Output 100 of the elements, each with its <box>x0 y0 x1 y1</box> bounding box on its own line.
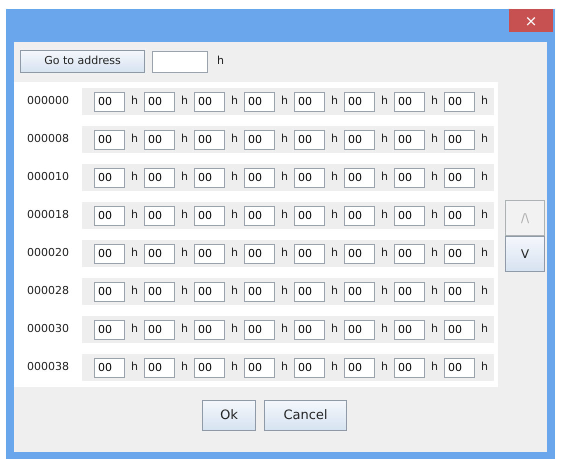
byte-field[interactable]: 00 <box>144 206 175 226</box>
byte-field[interactable]: 00 <box>394 206 425 226</box>
byte-field[interactable]: 00 <box>344 130 375 150</box>
byte-field[interactable]: 00 <box>444 358 475 378</box>
byte-field[interactable]: 00 <box>294 282 325 302</box>
hex-suffix-label: h <box>230 245 239 262</box>
hex-suffix-label: h <box>130 207 139 224</box>
byte-field[interactable]: 00 <box>294 244 325 264</box>
byte-field[interactable]: 00 <box>444 244 475 264</box>
scroll-down-button[interactable]: V <box>505 236 545 272</box>
cancel-button[interactable]: Cancel <box>264 400 347 431</box>
byte-field[interactable]: 00 <box>344 320 375 340</box>
byte-field[interactable]: 00 <box>194 320 225 340</box>
byte-field[interactable]: 00 <box>294 130 325 150</box>
byte-field[interactable]: 00 <box>144 244 175 264</box>
byte-field[interactable]: 00 <box>144 358 175 378</box>
address-field[interactable] <box>152 50 208 72</box>
hex-suffix-label: h <box>430 359 439 376</box>
go-to-address-button[interactable]: Go to address <box>20 50 145 73</box>
byte-field[interactable]: 00 <box>344 358 375 378</box>
byte-field[interactable]: 00 <box>394 320 425 340</box>
byte-field[interactable]: 00 <box>394 282 425 302</box>
byte-field[interactable]: 00 <box>394 244 425 264</box>
byte-field[interactable]: 00 <box>194 92 225 112</box>
hex-suffix-label: h <box>380 245 389 262</box>
byte-field[interactable]: 00 <box>394 130 425 150</box>
byte-field[interactable]: 00 <box>394 168 425 188</box>
byte-field[interactable]: 00 <box>244 320 275 340</box>
byte-field[interactable]: 00 <box>94 282 125 302</box>
hex-suffix-label: h <box>430 131 439 148</box>
byte-field[interactable]: 00 <box>294 92 325 112</box>
byte-field[interactable]: 00 <box>244 168 275 188</box>
address-label: 000000 <box>26 93 70 110</box>
byte-field[interactable]: 00 <box>294 320 325 340</box>
byte-field[interactable]: 00 <box>294 206 325 226</box>
hex-suffix-label: h <box>330 321 339 338</box>
hex-suffix-label: h <box>480 359 489 376</box>
byte-field[interactable]: 00 <box>94 92 125 112</box>
hex-suffix-label: h <box>180 245 189 262</box>
byte-field[interactable]: 00 <box>294 358 325 378</box>
byte-field[interactable]: 00 <box>444 320 475 340</box>
byte-field[interactable]: 00 <box>244 206 275 226</box>
byte-field[interactable]: 00 <box>444 282 475 302</box>
hex-suffix-label: h <box>430 283 439 300</box>
byte-field[interactable]: 00 <box>394 358 425 378</box>
byte-field[interactable]: 00 <box>244 92 275 112</box>
byte-field[interactable]: 00 <box>344 92 375 112</box>
byte-field[interactable]: 00 <box>194 168 225 188</box>
byte-field[interactable]: 00 <box>194 130 225 150</box>
hex-suffix-label: h <box>330 283 339 300</box>
byte-field[interactable]: 00 <box>144 92 175 112</box>
hex-suffix-label: h <box>430 169 439 186</box>
hex-suffix-label: h <box>130 283 139 300</box>
byte-field[interactable]: 00 <box>194 206 225 226</box>
ok-button[interactable]: Ok <box>202 400 256 431</box>
byte-field[interactable]: 00 <box>294 168 325 188</box>
byte-field[interactable]: 00 <box>144 282 175 302</box>
hex-suffix-label: h <box>480 245 489 262</box>
byte-field[interactable]: 00 <box>144 320 175 340</box>
hex-suffix-label: h <box>130 131 139 148</box>
byte-field[interactable]: 00 <box>394 92 425 112</box>
byte-field[interactable]: 00 <box>344 282 375 302</box>
byte-field[interactable]: 00 <box>444 206 475 226</box>
byte-field[interactable]: 00 <box>94 168 125 188</box>
byte-field[interactable]: 00 <box>144 168 175 188</box>
byte-field[interactable]: 00 <box>194 244 225 264</box>
hex-suffix-label: h <box>330 169 339 186</box>
hex-suffix-label: h <box>330 359 339 376</box>
byte-field[interactable]: 00 <box>344 168 375 188</box>
byte-field[interactable]: 00 <box>344 206 375 226</box>
byte-field[interactable]: 00 <box>444 92 475 112</box>
byte-field[interactable]: 00 <box>244 282 275 302</box>
close-button[interactable]: × <box>509 9 553 32</box>
hex-suffix-label: h <box>280 169 289 186</box>
hex-suffix-label: h <box>480 169 489 186</box>
hex-suffix-label: h <box>230 359 239 376</box>
byte-field[interactable]: 00 <box>194 358 225 378</box>
hex-suffix-label: h <box>230 169 239 186</box>
byte-field[interactable]: 00 <box>94 244 125 264</box>
hex-suffix-label: h <box>280 321 289 338</box>
byte-field[interactable]: 00 <box>94 130 125 150</box>
byte-field[interactable]: 00 <box>244 130 275 150</box>
byte-field[interactable]: 00 <box>194 282 225 302</box>
address-label: 000010 <box>26 169 70 186</box>
byte-field[interactable]: 00 <box>444 168 475 188</box>
byte-field[interactable]: 00 <box>144 130 175 150</box>
byte-field[interactable]: 00 <box>94 358 125 378</box>
hex-suffix-label: h <box>380 321 389 338</box>
hex-suffix-label: h <box>330 93 339 110</box>
byte-field[interactable]: 00 <box>244 244 275 264</box>
byte-field[interactable]: 00 <box>444 130 475 150</box>
byte-field[interactable]: 00 <box>94 320 125 340</box>
byte-field[interactable]: 00 <box>344 244 375 264</box>
byte-field[interactable]: 00 <box>94 206 125 226</box>
address-label: 000030 <box>26 321 70 338</box>
hex-suffix-label: h <box>180 131 189 148</box>
byte-field[interactable]: 00 <box>244 358 275 378</box>
hex-suffix-label: h <box>430 321 439 338</box>
hex-suffix-label: h <box>330 245 339 262</box>
hex-suffix-label: h <box>180 359 189 376</box>
